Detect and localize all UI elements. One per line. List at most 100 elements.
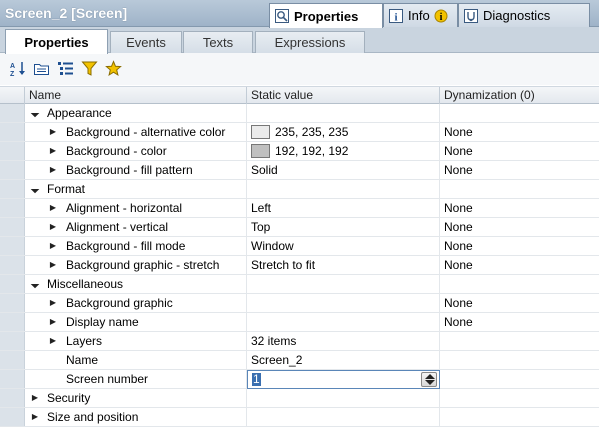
tab-events[interactable]: Events — [110, 31, 182, 53]
expand-arrow-icon[interactable]: ▶ — [47, 123, 59, 141]
dynamization-cell[interactable]: None — [440, 161, 599, 179]
row-selector[interactable] — [0, 370, 25, 388]
property-name: Format — [47, 182, 86, 196]
static-value-cell[interactable]: Screen_2 — [247, 351, 440, 369]
spinner-buttons[interactable] — [421, 372, 437, 387]
static-value-cell[interactable] — [247, 294, 440, 312]
static-value-cell[interactable]: Left — [247, 199, 440, 217]
tab-events-label: Events — [126, 35, 166, 50]
expand-arrow-icon[interactable]: ▶ — [29, 408, 41, 426]
tab-expressions[interactable]: Expressions — [255, 31, 365, 53]
expand-arrow-icon[interactable]: ▶ — [47, 332, 59, 350]
row-selector[interactable] — [0, 237, 25, 255]
tab-properties-panel[interactable]: Properties — [269, 3, 383, 28]
sort-az-icon[interactable]: A Z — [10, 60, 27, 78]
expand-arrow-icon[interactable]: ▶ — [47, 313, 59, 331]
expand-arrow-icon[interactable]: ▶ — [47, 218, 59, 236]
list-view-icon[interactable] — [57, 60, 74, 77]
collapse-arrow-icon[interactable]: ◢ — [24, 273, 45, 294]
spinner-down-icon[interactable] — [425, 380, 435, 385]
property-row-layers[interactable]: ▶ Layers 32 items — [0, 332, 599, 351]
row-selector[interactable] — [0, 294, 25, 312]
property-row-background-graphic-stretch[interactable]: ▶ Background graphic - stretch Stretch to … — [0, 256, 599, 275]
expand-arrow-icon[interactable]: ▶ — [47, 161, 59, 179]
group-row-miscellaneous[interactable]: ◢ Miscellaneous — [0, 275, 599, 294]
property-row-background-fill-pattern[interactable]: ▶ Background - fill pattern Solid None — [0, 161, 599, 180]
screen-number-input-value[interactable]: 1 — [252, 373, 261, 386]
tab-properties[interactable]: Properties — [5, 29, 108, 54]
dynamization-cell[interactable]: None — [440, 142, 599, 160]
row-selector[interactable] — [0, 351, 25, 369]
collapse-arrow-icon[interactable]: ◢ — [24, 178, 45, 199]
property-row-background-fill-mode[interactable]: ▶ Background - fill mode Window None — [0, 237, 599, 256]
group-row-appearance[interactable]: ◢ Appearance — [0, 104, 599, 123]
row-selector[interactable] — [0, 389, 25, 407]
column-header-dynamization[interactable]: Dynamization (0) — [440, 87, 599, 104]
expand-arrow-icon[interactable]: ▶ — [47, 199, 59, 217]
static-value-cell[interactable]: Solid — [247, 161, 440, 179]
collapse-arrow-icon[interactable]: ◢ — [24, 102, 45, 123]
static-value-cell[interactable] — [247, 313, 440, 331]
dynamization-cell[interactable]: None — [440, 294, 599, 312]
row-selector[interactable] — [0, 313, 25, 331]
dynamization-cell[interactable] — [440, 332, 599, 350]
expand-arrow-icon[interactable]: ▶ — [47, 256, 59, 274]
column-header-name[interactable]: Name — [25, 87, 247, 104]
static-value-text: Window — [251, 239, 294, 253]
tab-info-panel[interactable]: i Info i — [383, 3, 458, 27]
static-value-cell[interactable]: Stretch to fit — [247, 256, 440, 274]
filter-icon[interactable] — [81, 60, 98, 77]
property-row-background-color[interactable]: ▶ Background - color 192, 192, 192 None — [0, 142, 599, 161]
expand-arrow-icon[interactable]: ▶ — [29, 389, 41, 407]
tab-texts[interactable]: Texts — [183, 31, 253, 53]
dynamization-cell[interactable]: None — [440, 313, 599, 331]
column-header-static-value[interactable]: Static value — [247, 87, 440, 104]
row-selector[interactable] — [0, 199, 25, 217]
property-row-alignment-vertical[interactable]: ▶ Alignment - vertical Top None — [0, 218, 599, 237]
static-value-cell[interactable]: Window — [247, 237, 440, 255]
name-cell: ▶ Background graphic - stretch — [25, 256, 247, 274]
static-value-cell[interactable]: 32 items — [247, 332, 440, 350]
dynamization-cell — [440, 275, 599, 293]
row-selector[interactable] — [0, 123, 25, 141]
static-value-cell[interactable]: Top — [247, 218, 440, 236]
tab-diagnostics-panel[interactable]: Diagnostics — [458, 3, 590, 27]
favorites-star-icon[interactable] — [105, 60, 122, 77]
static-value-cell — [247, 275, 440, 293]
screen-number-spinner[interactable]: 1 — [247, 370, 440, 389]
color-swatch[interactable] — [251, 143, 270, 158]
dynamization-cell[interactable]: None — [440, 237, 599, 255]
dynamization-cell[interactable] — [440, 370, 599, 388]
row-selector[interactable] — [0, 161, 25, 179]
group-row-format[interactable]: ◢ Format — [0, 180, 599, 199]
row-selector[interactable] — [0, 142, 25, 160]
property-row-display-name[interactable]: ▶ Display name None — [0, 313, 599, 332]
property-row-background-graphic[interactable]: ▶ Background graphic None — [0, 294, 599, 313]
color-swatch[interactable] — [251, 124, 270, 139]
row-selector[interactable] — [0, 332, 25, 350]
dynamization-cell[interactable]: None — [440, 199, 599, 217]
property-row-background-alternative-color[interactable]: ▶ Background - alternative color 235, 235,… — [0, 123, 599, 142]
static-value-cell[interactable]: 235, 235, 235 — [247, 123, 440, 141]
row-selector[interactable] — [0, 104, 25, 122]
group-row-security[interactable]: ▶ Security — [0, 389, 599, 408]
row-selector[interactable] — [0, 275, 25, 293]
property-row-name[interactable]: Name Screen_2 — [0, 351, 599, 370]
dynamization-cell[interactable]: None — [440, 256, 599, 274]
expand-arrow-icon[interactable]: ▶ — [47, 142, 59, 160]
property-row-alignment-horizontal[interactable]: ▶ Alignment - horizontal Left None — [0, 199, 599, 218]
row-selector[interactable] — [0, 256, 25, 274]
row-selector[interactable] — [0, 218, 25, 236]
dynamization-cell[interactable] — [440, 351, 599, 369]
static-value-cell[interactable]: 192, 192, 192 — [247, 142, 440, 160]
row-selector[interactable] — [0, 408, 25, 426]
group-row-size-and-position[interactable]: ▶ Size and position — [0, 408, 599, 427]
row-selector[interactable] — [0, 180, 25, 198]
property-row-screen-number[interactable]: Screen number 1 — [0, 370, 599, 389]
dynamization-cell[interactable]: None — [440, 123, 599, 141]
dynamization-cell[interactable]: None — [440, 218, 599, 236]
expand-arrow-icon[interactable]: ▶ — [47, 294, 59, 312]
spinner-up-icon[interactable] — [425, 374, 435, 379]
group-folder-icon[interactable] — [33, 60, 50, 77]
expand-arrow-icon[interactable]: ▶ — [47, 237, 59, 255]
